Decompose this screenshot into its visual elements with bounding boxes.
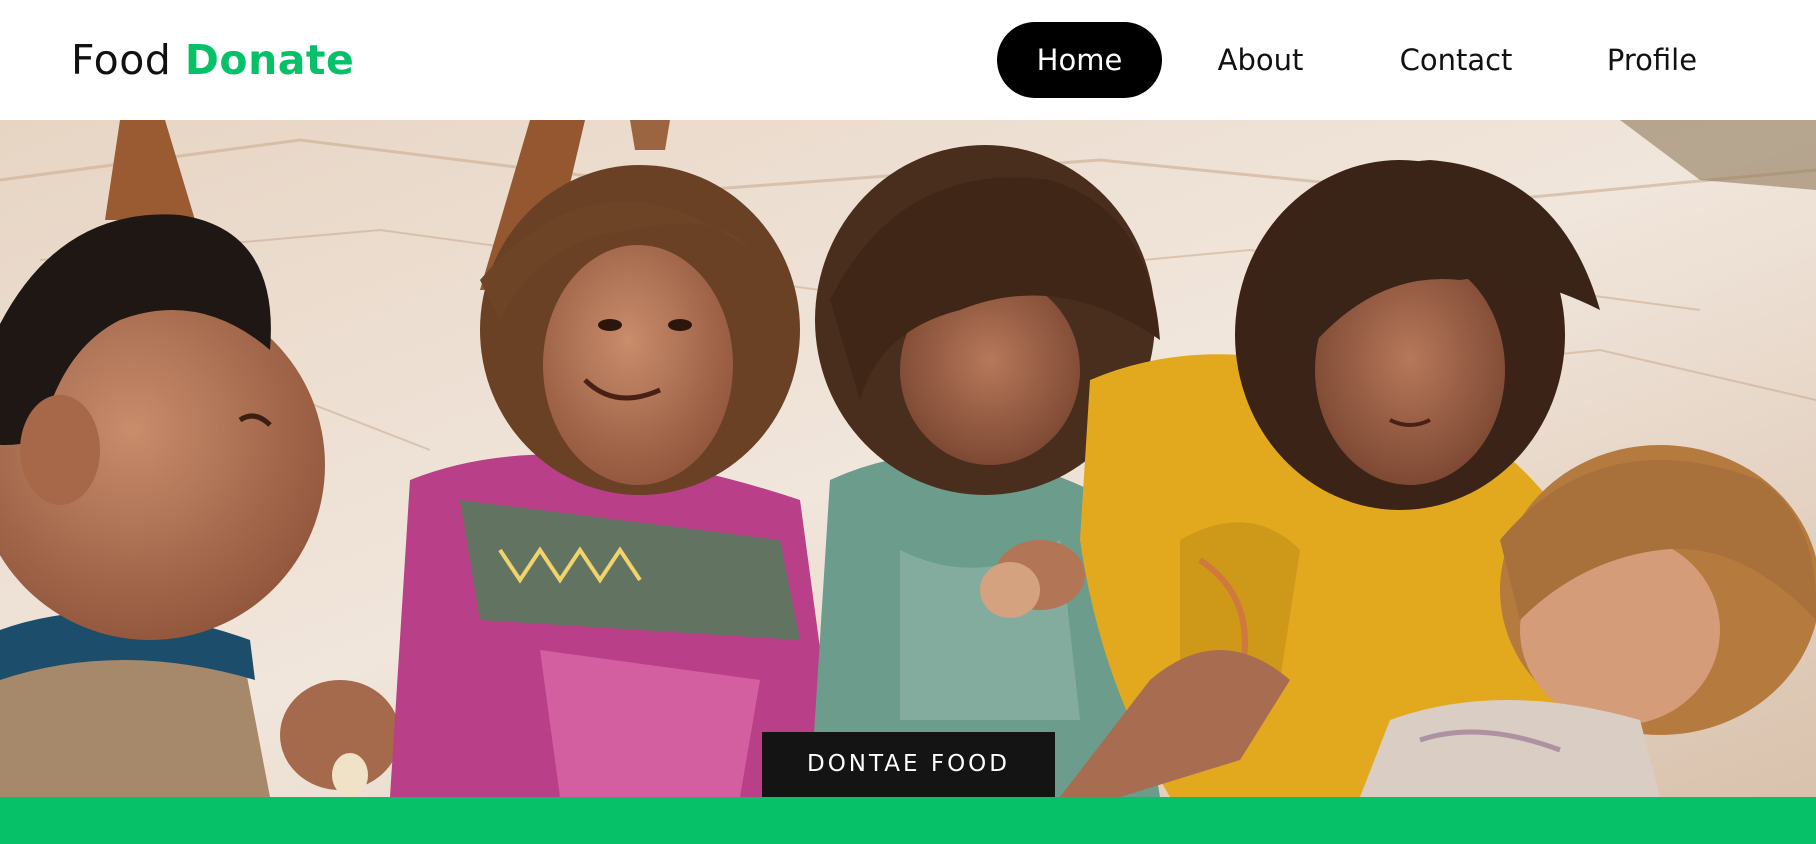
logo-word-donate: Donate xyxy=(184,36,355,84)
donate-food-button[interactable]: DONTAE FOOD xyxy=(762,732,1055,797)
children-photo-illustration xyxy=(0,120,1816,797)
site-logo[interactable]: Food Donate xyxy=(71,34,354,86)
nav-link-profile[interactable]: Profile xyxy=(1592,22,1712,98)
logo-word-food: Food xyxy=(71,36,172,84)
navbar: Food Donate Home About Contact Profile xyxy=(0,0,1816,120)
nav-link-contact[interactable]: Contact xyxy=(1381,22,1531,98)
green-footer-band xyxy=(0,797,1816,844)
nav-link-about[interactable]: About xyxy=(1198,22,1323,98)
nav-link-home[interactable]: Home xyxy=(997,22,1162,98)
hero-image xyxy=(0,120,1816,797)
